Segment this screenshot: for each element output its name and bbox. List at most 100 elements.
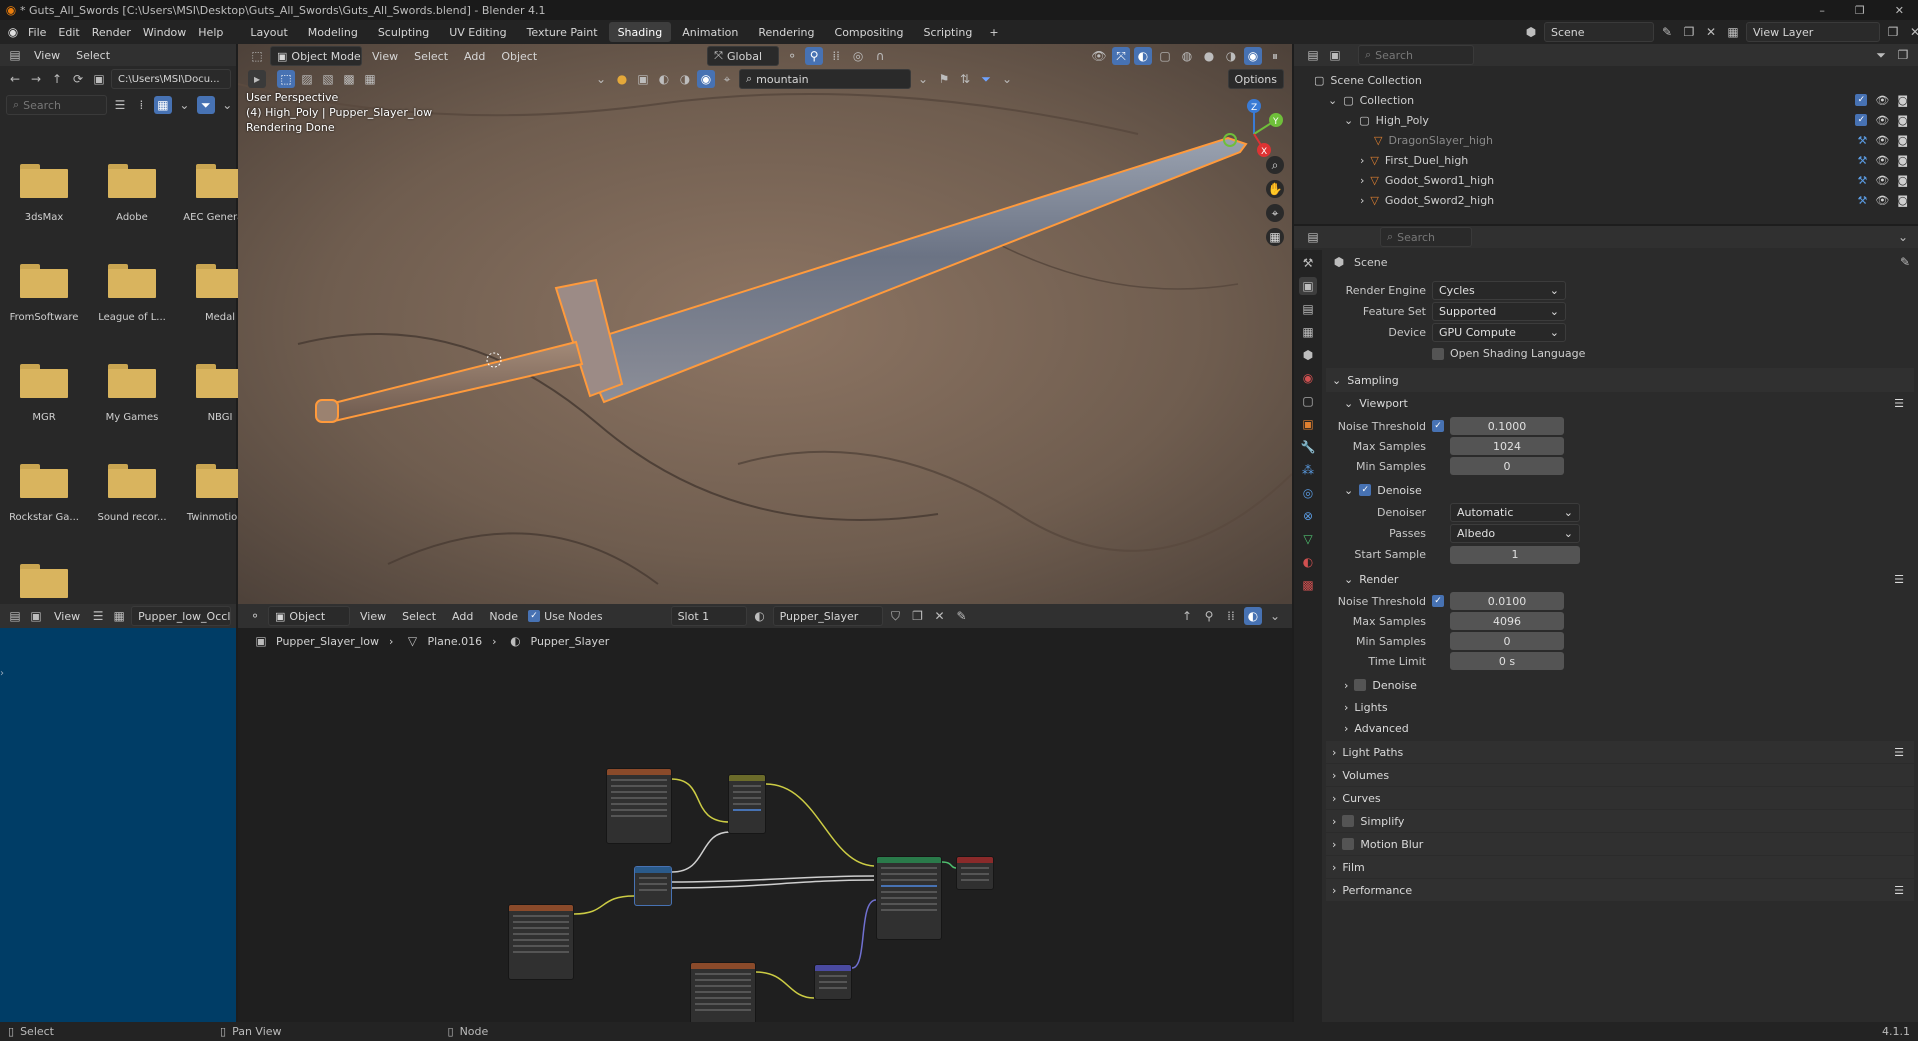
render-tab-icon[interactable]: ▣	[1299, 277, 1317, 295]
filter-icon[interactable]: ⏷	[1872, 46, 1890, 64]
eye-icon[interactable]: 👁	[1875, 114, 1889, 127]
view-mode-icon[interactable]: ▣	[27, 607, 45, 625]
render-camera-icon[interactable]: ◙	[1897, 194, 1908, 207]
folder-item[interactable]: 3dsMax	[0, 164, 88, 244]
tab-animation[interactable]: Animation	[673, 22, 747, 42]
options-dropdown-icon[interactable]: ⌄	[1894, 228, 1912, 246]
sidebar-toggle-icon[interactable]: ›	[0, 668, 4, 679]
scene-world-icon[interactable]: ◐	[655, 70, 673, 88]
toolbar-toggle-icon[interactable]: ▸	[248, 70, 266, 88]
outliner-root[interactable]: ▢ Scene Collection	[1294, 70, 1918, 90]
eye-icon[interactable]: 👁	[1875, 154, 1889, 167]
vp-menu-view[interactable]: View	[366, 46, 404, 66]
render-camera-icon[interactable]: ◙	[1897, 114, 1908, 127]
camera-icon[interactable]: ⌖	[718, 70, 736, 88]
fb-menu-view[interactable]: View	[28, 45, 66, 65]
options-button[interactable]: Options	[1227, 69, 1284, 89]
zoom-icon[interactable]: ⌕	[1266, 156, 1284, 174]
render-engine-dropdown[interactable]: Cycles ⌄	[1432, 281, 1566, 300]
list-view-icon[interactable]: ☰	[111, 96, 128, 114]
vp-menu-select[interactable]: Select	[408, 46, 454, 66]
select-invert-icon[interactable]: ▩	[340, 70, 358, 88]
tool-tab-icon[interactable]: ⚒	[1299, 254, 1317, 272]
collapse-icon[interactable]: ⌄	[1344, 114, 1353, 127]
select-extend-icon[interactable]: ▨	[298, 70, 316, 88]
feature-set-dropdown[interactable]: Supported ⌄	[1432, 302, 1566, 321]
viewport-3d[interactable]: ⬚ ▣ Object Mode View Select Add Object ⤧…	[238, 44, 1292, 604]
snap-target-icon[interactable]: ⁞⁞	[827, 47, 845, 65]
back-icon[interactable]: ←	[6, 70, 24, 88]
select-intersect-icon[interactable]: ▦	[361, 70, 379, 88]
blender-menu-icon[interactable]: ◉	[4, 23, 22, 41]
folder-item[interactable]: MGR	[0, 364, 88, 444]
tab-scripting[interactable]: Scripting	[914, 22, 981, 42]
new-folder-icon[interactable]: ▣	[90, 70, 108, 88]
exclude-checkbox[interactable]: ✓	[1855, 93, 1868, 106]
xray-icon[interactable]: ▢	[1156, 47, 1174, 65]
solid-shading-icon[interactable]: ●	[1200, 47, 1218, 65]
delete-scene-icon[interactable]: ✕	[1702, 23, 1720, 41]
tab-rendering[interactable]: Rendering	[749, 22, 823, 42]
maximize-button[interactable]: ❐	[1855, 4, 1865, 17]
proportional-edit-icon[interactable]: ◎	[849, 47, 867, 65]
tab-sculpting[interactable]: Sculpting	[369, 22, 438, 42]
scene-icon[interactable]: ⬢	[1522, 23, 1540, 41]
orientation-dropdown[interactable]: ⤧ Global	[707, 46, 780, 66]
hdri-search-input[interactable]: ⌕ mountain	[739, 69, 911, 89]
scene-selector[interactable]: Scene	[1544, 22, 1654, 42]
snap-icon[interactable]: ⚲	[805, 47, 824, 65]
pivot-icon[interactable]: ⚬	[783, 47, 801, 65]
image-browse-icon[interactable]: ▦	[110, 607, 128, 625]
vp-denoise-subpanel-header[interactable]: ⌄ ✓ Denoise	[1326, 478, 1914, 502]
visibility-icon[interactable]: 👁	[1090, 47, 1108, 65]
eye-icon[interactable]: 👁	[1875, 94, 1889, 107]
render-camera-icon[interactable]: ◙	[1897, 154, 1908, 167]
render-camera-icon[interactable]: ◙	[1897, 174, 1908, 187]
fb-menu-select[interactable]: Select	[70, 45, 116, 65]
thumbnail-view-icon[interactable]: ▦	[154, 96, 172, 114]
sort-icon[interactable]: ⇅	[956, 70, 974, 88]
folder-item[interactable]: FromSoftware	[0, 264, 88, 344]
eye-icon[interactable]: 👁	[1875, 194, 1889, 207]
r-denoise-checkbox[interactable]	[1354, 679, 1367, 691]
object-tab-icon[interactable]: ▣	[1299, 415, 1317, 433]
folder-item[interactable]: League of L...	[88, 264, 176, 344]
editor-type-icon[interactable]: ▤	[6, 607, 24, 625]
pause-render-icon[interactable]: ⏸	[1266, 47, 1284, 65]
scene-tab-icon[interactable]: ⬢	[1299, 346, 1317, 364]
tab-modeling[interactable]: Modeling	[299, 22, 367, 42]
collapsed-panel-header[interactable]: › Curves	[1326, 787, 1914, 809]
collapse-icon[interactable]: ⌄	[1328, 94, 1337, 107]
editor-type-icon[interactable]: ▤	[6, 46, 24, 64]
data-tab-icon[interactable]: ▽	[1299, 530, 1317, 548]
ie-menu-view[interactable]: View	[48, 606, 86, 626]
display-mode-icon[interactable]: ▣	[1326, 46, 1344, 64]
tab-uv-editing[interactable]: UV Editing	[440, 22, 515, 42]
filter-dropdown-icon[interactable]: ⌄	[998, 70, 1016, 88]
object-mode-dropdown[interactable]: ▣ Object Mode	[270, 46, 362, 66]
view-layer-icon[interactable]: ▦	[1724, 23, 1742, 41]
world-color-icon[interactable]: ●	[613, 70, 631, 88]
render-camera-icon[interactable]: ◙	[1897, 134, 1908, 147]
collapsed-panel-header[interactable]: › Volumes	[1326, 764, 1914, 786]
list-icon[interactable]: ☰	[1894, 397, 1904, 410]
view-layer-tab-icon[interactable]: ▦	[1299, 323, 1317, 341]
list-icon[interactable]: ☰	[1894, 573, 1904, 586]
principled-bsdf-node[interactable]	[876, 856, 942, 940]
render-camera-icon[interactable]: ◙	[1897, 94, 1908, 107]
image-name-field[interactable]: Pupper_low_Occlus	[131, 606, 232, 626]
expand-icon[interactable]: ›	[1360, 154, 1364, 167]
delete-view-layer-icon[interactable]: ✕	[1906, 23, 1918, 41]
material-shading-icon[interactable]: ◑	[1222, 47, 1240, 65]
pin-icon[interactable]: ✎	[1658, 23, 1676, 41]
wireframe-shading-icon[interactable]: ◍	[1178, 47, 1196, 65]
menu-help[interactable]: Help	[192, 22, 229, 42]
render-subpanel-header[interactable]: ⌄ Render ☰	[1326, 567, 1914, 591]
pan-hand-icon[interactable]: ✋	[1266, 180, 1284, 198]
collapsed-panel-header[interactable]: › Simplify	[1326, 810, 1914, 832]
outliner-item[interactable]: ▽ DragonSlayer_high ⚒ 👁 ◙	[1294, 130, 1918, 150]
refresh-icon[interactable]: ⟳	[69, 70, 87, 88]
rendered-shading-icon[interactable]: ◉	[1244, 47, 1262, 65]
eye-icon[interactable]: 👁	[1875, 134, 1889, 147]
sort-dropdown-icon[interactable]: ⌄	[176, 96, 193, 114]
